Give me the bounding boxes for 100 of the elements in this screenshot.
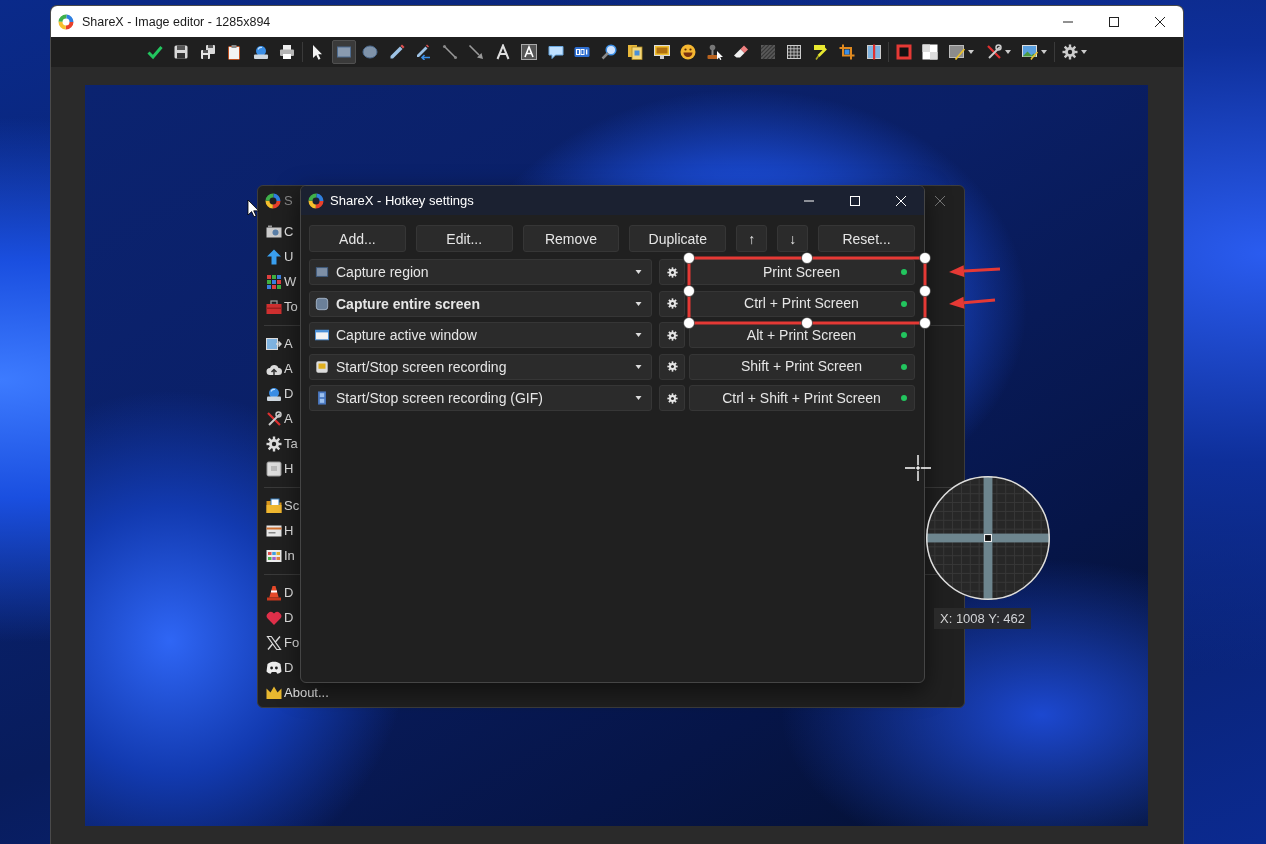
action-button[interactable]: Remove bbox=[522, 225, 620, 252]
maximize-icon bbox=[1109, 16, 1119, 27]
screen-icon bbox=[315, 296, 329, 311]
line-icon bbox=[441, 44, 458, 60]
resize-handle[interactable] bbox=[683, 285, 695, 297]
task-dropdown[interactable]: Start/Stop screen recording (GIF) bbox=[309, 385, 652, 411]
smiley-icon bbox=[680, 44, 696, 60]
speech-bubble-icon bbox=[547, 44, 564, 60]
thumbnail-grid-icon bbox=[266, 547, 282, 564]
hotkey-button[interactable]: Shift + Print Screen bbox=[689, 353, 915, 380]
sidebar-item[interactable]: D bbox=[258, 381, 294, 406]
sidebar-item[interactable]: Sc bbox=[258, 493, 300, 518]
film-strip-icon bbox=[315, 391, 329, 405]
letter-a-icon bbox=[494, 44, 511, 60]
sidebar-item[interactable]: H bbox=[258, 518, 294, 543]
caret-icon bbox=[635, 301, 642, 306]
maximize-icon bbox=[850, 195, 860, 206]
x-mark-icon bbox=[266, 634, 282, 651]
sidebar-item[interactable]: D bbox=[258, 580, 294, 605]
diagonal-arrow-icon bbox=[468, 44, 484, 60]
pencil-icon bbox=[388, 44, 405, 60]
globe-stand-icon bbox=[266, 385, 282, 402]
tool-button[interactable] bbox=[331, 40, 356, 64]
resize-handle[interactable] bbox=[683, 252, 695, 264]
coordinates-label: X: 1008 Y: 462 bbox=[934, 608, 1032, 629]
sidebar-item[interactable]: U bbox=[258, 244, 294, 269]
resize-handle[interactable] bbox=[919, 285, 931, 297]
sidebar-item[interactable]: About... bbox=[258, 680, 329, 705]
action-button[interactable]: Duplicate bbox=[629, 225, 727, 252]
caret-icon bbox=[635, 396, 642, 400]
caret-icon bbox=[635, 333, 642, 337]
eraser-icon bbox=[733, 44, 749, 60]
action-button[interactable]: Add... bbox=[309, 225, 406, 252]
folder-icon bbox=[266, 497, 282, 514]
arrow-annotation bbox=[949, 296, 996, 309]
task-dropdown[interactable]: Start/Stop screen recording bbox=[309, 353, 652, 380]
grid-icon bbox=[786, 44, 802, 60]
sidebar-item[interactable]: A bbox=[258, 406, 293, 431]
hotkey-button[interactable]: Print Screen bbox=[689, 259, 915, 285]
crop-icon bbox=[839, 44, 855, 60]
settings-icon bbox=[666, 298, 678, 309]
toolbox-icon bbox=[266, 298, 282, 315]
hotkey-button[interactable]: Ctrl + Shift + Print Screen bbox=[689, 385, 915, 411]
highlighter-icon bbox=[812, 44, 829, 60]
resize-handle[interactable] bbox=[801, 317, 813, 329]
boxed-letter-icon bbox=[521, 44, 537, 60]
close-icon bbox=[1155, 16, 1165, 27]
task-dropdown[interactable]: Capture entire screen bbox=[309, 290, 652, 317]
clipboard-icon bbox=[226, 44, 242, 60]
task-settings-button[interactable] bbox=[659, 322, 685, 348]
sidebar-item[interactable]: C bbox=[258, 219, 294, 244]
window-title: ShareX - Image editor - 1285x894 bbox=[82, 14, 271, 29]
sidebar-item[interactable]: In bbox=[258, 543, 295, 568]
heart-icon bbox=[266, 609, 282, 626]
settings-icon bbox=[1062, 44, 1078, 60]
camera-icon bbox=[266, 223, 282, 240]
resize-handle[interactable] bbox=[801, 252, 813, 264]
picture-arrow-icon bbox=[266, 335, 282, 352]
sidebar-item[interactable]: Fo bbox=[258, 630, 300, 655]
resize-handle[interactable] bbox=[683, 317, 695, 329]
monitor-icon bbox=[653, 44, 670, 60]
action-button[interactable]: ↓ bbox=[777, 225, 809, 252]
settings-icon bbox=[266, 435, 282, 452]
app-logo-icon bbox=[58, 13, 74, 30]
close-icon bbox=[896, 195, 906, 206]
task-settings-button[interactable] bbox=[659, 290, 685, 317]
key-icon bbox=[266, 460, 282, 477]
resize-handle[interactable] bbox=[919, 252, 931, 264]
border-swatch-icon bbox=[895, 44, 912, 60]
action-button[interactable]: Reset... bbox=[818, 225, 915, 252]
picture-icon bbox=[1022, 44, 1038, 60]
sidebar-item[interactable]: D bbox=[258, 605, 294, 630]
action-button[interactable]: Edit... bbox=[415, 225, 513, 252]
action-button[interactable]: ↑ bbox=[736, 225, 768, 252]
sidebar-item[interactable]: A bbox=[258, 356, 293, 381]
sidebar-item[interactable]: W bbox=[258, 269, 297, 294]
dialog-title: ShareX - Hotkey settings bbox=[330, 193, 474, 208]
stamp-icon bbox=[706, 44, 723, 60]
task-dropdown[interactable]: Capture active window bbox=[309, 322, 652, 348]
gamepad-icon bbox=[266, 659, 282, 676]
resize-handle[interactable] bbox=[919, 317, 931, 329]
task-settings-button[interactable] bbox=[659, 385, 685, 411]
gradient-pencil-icon bbox=[949, 44, 965, 60]
floppy-disks-icon bbox=[199, 44, 216, 60]
task-settings-button[interactable] bbox=[659, 353, 685, 380]
caret-icon bbox=[635, 364, 642, 369]
crossed-tools-icon bbox=[985, 44, 1002, 60]
magnifier-icon bbox=[600, 44, 617, 60]
sidebar-item[interactable]: D bbox=[258, 655, 294, 680]
sidebar-item[interactable]: H bbox=[258, 456, 294, 481]
app-logo-icon bbox=[308, 192, 324, 209]
task-settings-button[interactable] bbox=[659, 259, 685, 285]
task-dropdown[interactable]: Capture region bbox=[309, 259, 652, 285]
hotkey-button[interactable]: Ctrl + Print Screen bbox=[689, 290, 915, 317]
sidebar-item[interactable]: A bbox=[258, 331, 293, 356]
sidebar-item[interactable]: Ta bbox=[258, 431, 298, 456]
documents-icon bbox=[627, 44, 643, 60]
sidebar-item[interactable]: To bbox=[258, 294, 298, 319]
printer-icon bbox=[279, 44, 295, 60]
settings-icon bbox=[666, 329, 678, 341]
